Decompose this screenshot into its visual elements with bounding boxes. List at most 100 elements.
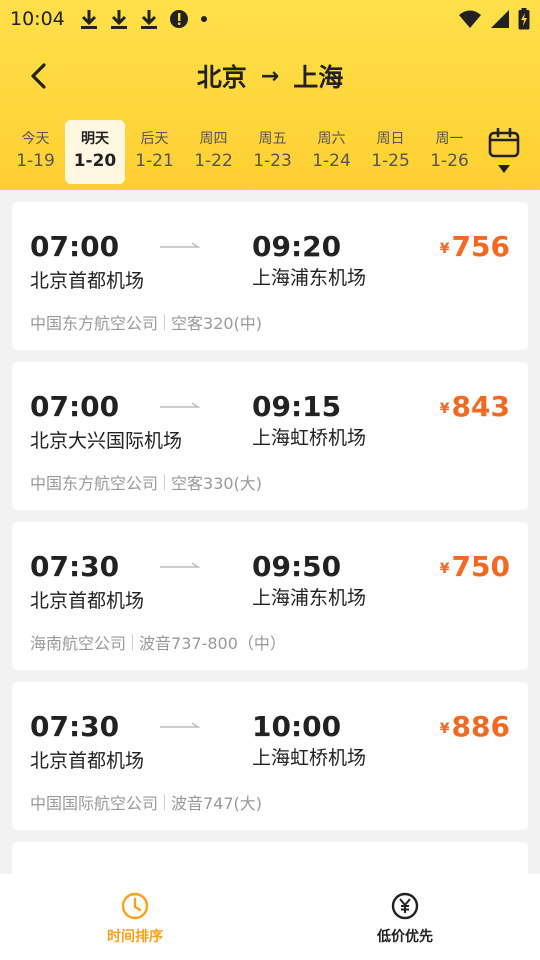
route-arrow: → bbox=[260, 63, 280, 89]
title-bar: 北京 → 上海 bbox=[0, 50, 540, 102]
currency-symbol: ¥ bbox=[439, 401, 450, 417]
arrival-time: 10:00 bbox=[252, 710, 342, 743]
route-title: 北京 → 上海 bbox=[197, 58, 343, 94]
price: ¥843 bbox=[440, 390, 510, 423]
price: ¥750 bbox=[440, 550, 510, 583]
date-value: 1-23 bbox=[253, 151, 292, 171]
date-tab[interactable]: 周四 1-22 bbox=[184, 120, 243, 184]
wifi-icon bbox=[459, 10, 481, 28]
arrival-airport: 上海虹桥机场 bbox=[252, 427, 367, 449]
date-tab[interactable]: 后天 1-21 bbox=[125, 120, 184, 184]
airline-name: 中国国际航空公司 bbox=[30, 794, 159, 813]
download-icon bbox=[80, 10, 97, 29]
airline-name: 中国东方航空公司 bbox=[30, 474, 159, 493]
calendar-icon bbox=[488, 128, 520, 158]
date-value: 1-19 bbox=[16, 151, 55, 171]
status-system-icons bbox=[458, 8, 530, 30]
divider bbox=[164, 794, 166, 810]
price: ¥886 bbox=[440, 710, 510, 743]
currency-symbol: ¥ bbox=[439, 561, 450, 577]
signal-icon bbox=[491, 10, 509, 28]
departure-airport: 北京首都机场 bbox=[30, 750, 145, 772]
download-icon bbox=[110, 10, 127, 29]
arrival-airport: 上海浦东机场 bbox=[252, 587, 367, 609]
departure-airport: 北京大兴国际机场 bbox=[30, 430, 183, 452]
yen-icon bbox=[391, 892, 419, 920]
date-tab-selected[interactable]: 明天 1-20 bbox=[65, 120, 125, 184]
date-tab[interactable]: 周一 1-26 bbox=[420, 120, 479, 184]
price-value: 750 bbox=[451, 550, 510, 583]
arrow-right-icon bbox=[160, 722, 200, 728]
download-icon bbox=[140, 10, 157, 29]
price-value: 756 bbox=[451, 230, 510, 263]
aircraft-type: 波音737-800（中） bbox=[139, 634, 286, 653]
header: 10:04 北京 → 上海 今天 1-19 明天 1-20 后天 1-21 周四 1-2… bbox=[0, 0, 540, 190]
departure-time: 07:30 bbox=[30, 710, 120, 743]
clock-icon bbox=[121, 892, 149, 920]
aircraft-type: 波音747(大) bbox=[171, 794, 263, 813]
date-day-label: 周六 bbox=[317, 131, 346, 147]
currency-symbol: ¥ bbox=[439, 241, 450, 257]
divider bbox=[132, 634, 134, 650]
date-day-label: 周一 bbox=[435, 131, 464, 147]
divider bbox=[164, 474, 166, 490]
airline-info: 海南航空公司 波音737-800（中） bbox=[30, 630, 286, 654]
arrival-time: 09:50 bbox=[252, 550, 342, 583]
departure-time: 07:00 bbox=[30, 390, 120, 423]
arrival-airport: 上海虹桥机场 bbox=[252, 747, 367, 769]
departure-time: 07:00 bbox=[30, 230, 120, 263]
flight-card[interactable]: 07:00 09:15 北京大兴国际机场 上海虹桥机场 ¥843 中国东方航空公… bbox=[12, 362, 528, 510]
departure-airport: 北京首都机场 bbox=[30, 590, 145, 612]
date-value: 1-22 bbox=[194, 151, 233, 171]
date-day-label: 今天 bbox=[21, 131, 50, 147]
sort-by-time-label: 时间排序 bbox=[107, 929, 163, 945]
arrow-right-icon bbox=[160, 242, 200, 248]
back-button[interactable] bbox=[22, 60, 54, 92]
date-tab[interactable]: 周五 1-23 bbox=[243, 120, 302, 184]
date-value: 1-26 bbox=[430, 151, 469, 171]
currency-symbol: ¥ bbox=[439, 721, 450, 737]
calendar-button[interactable] bbox=[486, 128, 522, 180]
date-value: 1-20 bbox=[73, 151, 117, 171]
status-time: 10:04 bbox=[10, 8, 65, 30]
price-value: 886 bbox=[451, 710, 510, 743]
date-day-label: 明天 bbox=[81, 131, 109, 147]
date-tab[interactable]: 今天 1-19 bbox=[6, 120, 65, 184]
departure-time: 07:30 bbox=[30, 550, 120, 583]
flight-card[interactable]: 07:00 09:20 北京首都机场 上海浦东机场 ¥756 中国东方航空公司空… bbox=[12, 202, 528, 350]
bottom-sort-bar: 时间排序 低价优先 bbox=[0, 874, 540, 960]
airline-name: 中国东方航空公司 bbox=[30, 314, 159, 333]
airline-info: 中国国际航空公司 波音747(大) bbox=[30, 790, 262, 814]
departure-airport: 北京首都机场 bbox=[30, 270, 145, 292]
flight-card[interactable]: 07:30 09:50 北京首都机场 上海浦东机场 ¥750 海南航空公司 波音7… bbox=[12, 522, 528, 670]
date-tab[interactable]: 周日 1-25 bbox=[361, 120, 420, 184]
arrow-right-icon bbox=[160, 402, 200, 408]
date-day-label: 周五 bbox=[258, 131, 287, 147]
date-tab[interactable]: 周六 1-24 bbox=[302, 120, 361, 184]
price-value: 843 bbox=[451, 390, 510, 423]
origin-city: 北京 bbox=[196, 63, 247, 92]
status-bar: 10:04 bbox=[0, 0, 540, 38]
airline-info: 中国东方航空公司 空客320(中) bbox=[30, 310, 262, 334]
date-value: 1-24 bbox=[312, 151, 351, 171]
sort-by-price-label: 低价优先 bbox=[377, 929, 433, 945]
divider bbox=[164, 314, 166, 330]
airline-info: 中国东方航空公司 空客330(大) bbox=[30, 470, 262, 494]
caret-down-icon bbox=[498, 165, 510, 173]
date-value: 1-25 bbox=[371, 151, 410, 171]
battery-icon bbox=[518, 8, 530, 30]
date-day-label: 后天 bbox=[140, 131, 169, 147]
dot-icon bbox=[200, 16, 207, 22]
alert-icon bbox=[169, 10, 188, 28]
aircraft-type: 空客330(大) bbox=[171, 474, 263, 493]
arrival-airport: 上海浦东机场 bbox=[252, 267, 367, 289]
date-value: 1-21 bbox=[135, 151, 174, 171]
sort-by-time-button[interactable]: 时间排序 bbox=[0, 874, 270, 960]
date-selector: 今天 1-19 明天 1-20 后天 1-21 周四 1-22 周五 1-23 周六 1-2… bbox=[6, 120, 486, 184]
date-day-label: 周日 bbox=[376, 131, 405, 147]
price: ¥756 bbox=[440, 230, 510, 263]
aircraft-type: 空客320(中) bbox=[171, 314, 263, 333]
arrival-time: 09:20 bbox=[252, 230, 342, 263]
flight-card[interactable]: 07:30 10:00 北京首都机场 上海虹桥机场 ¥886 中国国际航空公司波… bbox=[12, 682, 528, 830]
sort-by-price-button[interactable]: 低价优先 bbox=[270, 874, 540, 960]
